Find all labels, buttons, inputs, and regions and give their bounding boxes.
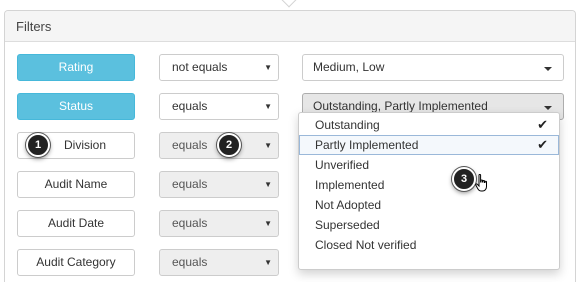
chevron-down-icon: ▼	[264, 219, 272, 228]
option-label: Implemented	[315, 178, 385, 192]
chevron-down-icon: ▼	[264, 141, 272, 150]
operator-value: equals	[172, 138, 208, 152]
field-label: Division	[63, 138, 106, 152]
option-label: Not Adopted	[315, 198, 382, 212]
value-text: Medium, Low	[313, 60, 385, 74]
dropdown-option-superseded[interactable]: Superseded	[299, 215, 559, 235]
option-label: Closed Not verified	[315, 238, 417, 252]
field-button-status[interactable]: Status	[17, 93, 135, 120]
dropdown-option-not-adopted[interactable]: Not Adopted	[299, 195, 559, 215]
operator-value: equals	[172, 99, 208, 113]
field-button-audit-name[interactable]: Audit Name	[17, 171, 135, 198]
dropdown-option-outstanding[interactable]: Outstanding ✔	[299, 115, 559, 135]
caret-down-icon	[544, 67, 552, 71]
check-icon: ✔	[537, 137, 548, 152]
operator-value: equals	[172, 177, 208, 191]
dropdown-option-closed-not-verified[interactable]: Closed Not verified	[299, 235, 559, 255]
operator-value: equals	[172, 255, 208, 269]
dropdown-option-partly-implemented[interactable]: Partly Implemented ✔	[299, 135, 559, 155]
caret-down-icon	[544, 106, 552, 110]
operator-select-status[interactable]: equals ▼	[159, 93, 279, 120]
check-icon: ✔	[537, 117, 548, 132]
hand-pointer-icon	[475, 174, 487, 192]
option-label: Outstanding	[315, 118, 380, 132]
operator-select-rating[interactable]: not equals ▼	[159, 54, 279, 81]
panel-pointer	[280, 0, 298, 8]
value-select-rating[interactable]: Medium, Low	[302, 54, 564, 81]
chevron-down-icon: ▼	[264, 258, 272, 267]
dropdown-option-implemented[interactable]: Implemented	[299, 175, 559, 195]
chevron-down-icon: ▼	[264, 102, 272, 111]
value-text: Outstanding, Partly Implemented	[313, 99, 488, 113]
option-label: Partly Implemented	[315, 138, 419, 152]
field-button-rating[interactable]: Rating	[17, 54, 135, 81]
operator-select-audit-category[interactable]: equals ▼	[159, 249, 279, 276]
field-button-audit-date[interactable]: Audit Date	[17, 210, 135, 237]
chevron-down-icon: ▼	[264, 63, 272, 72]
operator-value: not equals	[172, 60, 228, 74]
dropdown-option-unverified[interactable]: Unverified	[299, 155, 559, 175]
step-badge-2: 2	[217, 133, 241, 157]
status-dropdown-menu: Outstanding ✔ Partly Implemented ✔ Unver…	[298, 112, 560, 270]
step-badge-3: 3	[452, 167, 476, 191]
field-button-audit-category[interactable]: Audit Category	[17, 249, 135, 276]
option-label: Superseded	[315, 218, 380, 232]
operator-select-audit-name[interactable]: equals ▼	[159, 171, 279, 198]
chevron-down-icon: ▼	[264, 180, 272, 189]
step-badge-1: 1	[26, 133, 50, 157]
operator-value: equals	[172, 216, 208, 230]
panel-title: Filters	[5, 11, 575, 42]
operator-select-audit-date[interactable]: equals ▼	[159, 210, 279, 237]
option-label: Unverified	[315, 158, 370, 172]
